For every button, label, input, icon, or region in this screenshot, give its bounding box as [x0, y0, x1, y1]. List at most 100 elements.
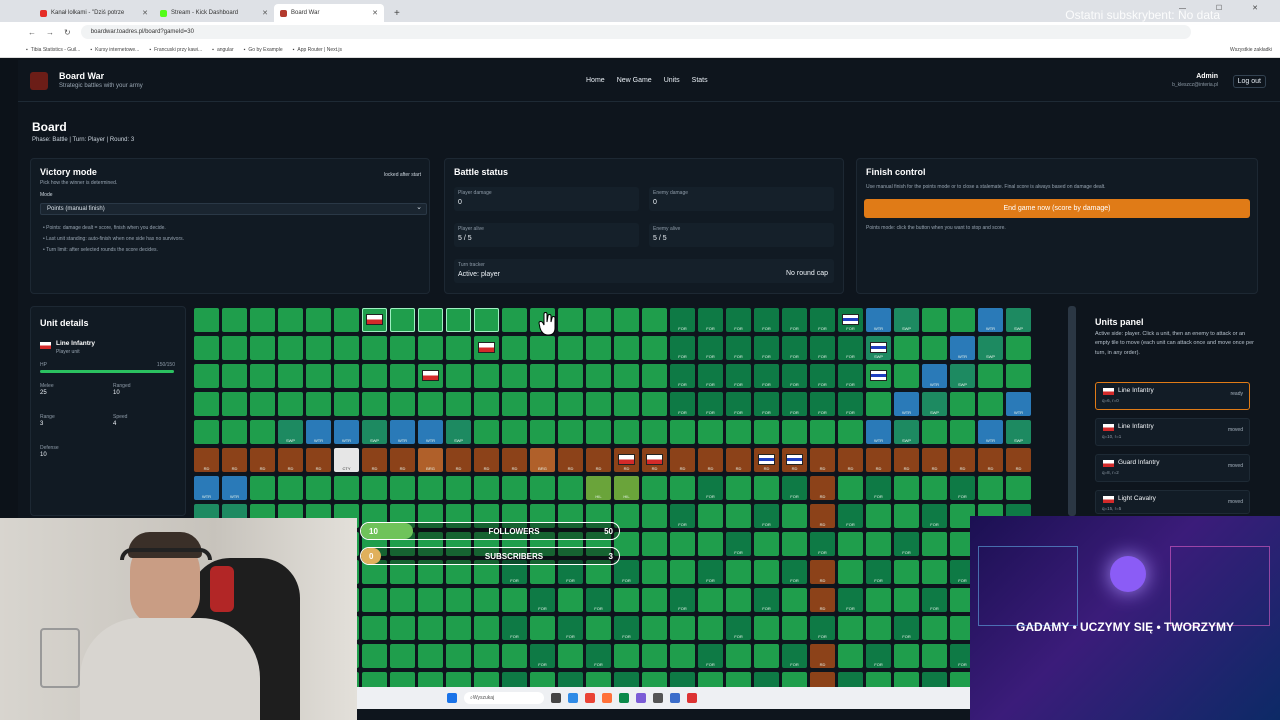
- board-tile[interactable]: [726, 504, 751, 528]
- board-tile[interactable]: [698, 532, 723, 556]
- board-tile-wtr[interactable]: WTR: [390, 420, 415, 444]
- board-tile-wtr[interactable]: WTR: [922, 364, 947, 388]
- board-tile-rd[interactable]: RD: [810, 448, 835, 472]
- back-icon[interactable]: ←: [28, 28, 36, 37]
- board-tile-for[interactable]: FOR: [698, 336, 723, 360]
- board-tile[interactable]: [362, 476, 387, 500]
- board-tile[interactable]: [894, 588, 919, 612]
- board-tile-swp[interactable]: SWP: [1006, 308, 1031, 332]
- board-tile[interactable]: [754, 644, 779, 668]
- board-tile[interactable]: [642, 644, 667, 668]
- board-tile-for[interactable]: FOR: [866, 560, 891, 584]
- board-tile[interactable]: [390, 588, 415, 612]
- board-tile-rd[interactable]: RD: [810, 504, 835, 528]
- board-tile[interactable]: [586, 308, 611, 332]
- board-tile-cty[interactable]: CTY: [334, 448, 359, 472]
- board-tile[interactable]: [642, 532, 667, 556]
- bookmark-item[interactable]: ▪ angular: [212, 47, 233, 53]
- board-tile[interactable]: [390, 616, 415, 640]
- board-tile[interactable]: [334, 336, 359, 360]
- board-tile-rd[interactable]: RD: [222, 448, 247, 472]
- board-tile[interactable]: [866, 504, 891, 528]
- board-tile[interactable]: [782, 532, 807, 556]
- board-tile[interactable]: [418, 588, 443, 612]
- board-tile[interactable]: [810, 420, 835, 444]
- player-unit-flag-icon[interactable]: [618, 454, 635, 465]
- board-tile[interactable]: [726, 560, 751, 584]
- board-tile[interactable]: [502, 588, 527, 612]
- browser-tab-kick[interactable]: Stream - Kick Dashboard ✕: [154, 4, 274, 22]
- board-tile[interactable]: [334, 308, 359, 332]
- board-tile-for[interactable]: FOR: [894, 532, 919, 556]
- url-input[interactable]: boardwar.toadres.pl/board?gameId=30: [80, 25, 1191, 39]
- board-tile[interactable]: [334, 392, 359, 416]
- board-tile-wtr[interactable]: WTR: [978, 420, 1003, 444]
- board-tile-for[interactable]: FOR: [782, 644, 807, 668]
- board-tile[interactable]: [642, 308, 667, 332]
- board-tile-rd[interactable]: RD: [950, 448, 975, 472]
- board-tile[interactable]: [614, 644, 639, 668]
- app-icon[interactable]: [636, 693, 646, 703]
- board-tile[interactable]: [558, 420, 583, 444]
- board-tile-for[interactable]: FOR: [782, 364, 807, 388]
- board-tile[interactable]: [530, 336, 555, 360]
- board-tile[interactable]: [978, 392, 1003, 416]
- board-tile-for[interactable]: FOR: [698, 476, 723, 500]
- window-controls[interactable]: — ☐ ✕: [1179, 4, 1272, 12]
- board-tile[interactable]: [838, 476, 863, 500]
- board-tile-swp[interactable]: SWP: [894, 420, 919, 444]
- mode-select[interactable]: Points (manual finish): [40, 203, 427, 215]
- board-tile[interactable]: [726, 476, 751, 500]
- enemy-unit-flag-icon[interactable]: [758, 454, 775, 465]
- board-tile-rd[interactable]: RD: [250, 448, 275, 472]
- unit-card[interactable]: Light Cavalry q=15, r=5 moved: [1095, 490, 1250, 514]
- board-tile[interactable]: [222, 392, 247, 416]
- board-tile-for[interactable]: FOR: [754, 308, 779, 332]
- board-tile-wtr[interactable]: WTR: [866, 308, 891, 332]
- end-game-button[interactable]: End game now (score by damage): [864, 199, 1250, 218]
- app-icon[interactable]: [687, 693, 697, 703]
- board-tile[interactable]: [558, 336, 583, 360]
- board-tile-rd[interactable]: RD: [838, 448, 863, 472]
- board-tile[interactable]: [726, 644, 751, 668]
- board-tile-for[interactable]: FOR: [866, 476, 891, 500]
- board-tile[interactable]: [418, 644, 443, 668]
- board-tile[interactable]: [390, 392, 415, 416]
- board-tile-for[interactable]: FOR: [726, 616, 751, 640]
- board-tile-rd[interactable]: RD: [194, 448, 219, 472]
- board-tile-for[interactable]: FOR: [586, 644, 611, 668]
- board-tile[interactable]: [642, 560, 667, 584]
- board-tile[interactable]: [278, 476, 303, 500]
- board-tile[interactable]: [418, 476, 443, 500]
- board-tile-wtr[interactable]: WTR: [222, 476, 247, 500]
- board-tile-for[interactable]: FOR: [726, 308, 751, 332]
- board-tile-wtr[interactable]: WTR: [950, 336, 975, 360]
- board-tile[interactable]: [614, 588, 639, 612]
- logout-button[interactable]: Log out: [1232, 75, 1266, 88]
- board-tile-for[interactable]: FOR: [726, 532, 751, 556]
- board-tile[interactable]: [558, 644, 583, 668]
- board-tile[interactable]: [894, 560, 919, 584]
- board-tile[interactable]: [614, 308, 639, 332]
- board-tile[interactable]: [502, 308, 527, 332]
- board-tile[interactable]: [250, 476, 275, 500]
- board-tile-for[interactable]: FOR: [698, 644, 723, 668]
- unit-card[interactable]: Line Infantry q=6, r=0 ready: [1095, 382, 1250, 410]
- board-tile[interactable]: [894, 336, 919, 360]
- chrome-icon[interactable]: [585, 693, 595, 703]
- board-tile[interactable]: [250, 420, 275, 444]
- board-tile[interactable]: [838, 420, 863, 444]
- board-tile[interactable]: [670, 560, 695, 584]
- board-tile[interactable]: [362, 616, 387, 640]
- board-tile[interactable]: [782, 420, 807, 444]
- board-tile-rd[interactable]: RD: [558, 448, 583, 472]
- board-tile[interactable]: [390, 336, 415, 360]
- board-tile-for[interactable]: FOR: [810, 392, 835, 416]
- board-tile[interactable]: [894, 364, 919, 388]
- player-unit-flag-icon[interactable]: [422, 370, 439, 381]
- board-tile-for[interactable]: FOR: [754, 336, 779, 360]
- board-tile-for[interactable]: FOR: [698, 364, 723, 388]
- board-tile[interactable]: [670, 476, 695, 500]
- board-tile[interactable]: [922, 420, 947, 444]
- board-tile-rd[interactable]: RD: [1006, 448, 1031, 472]
